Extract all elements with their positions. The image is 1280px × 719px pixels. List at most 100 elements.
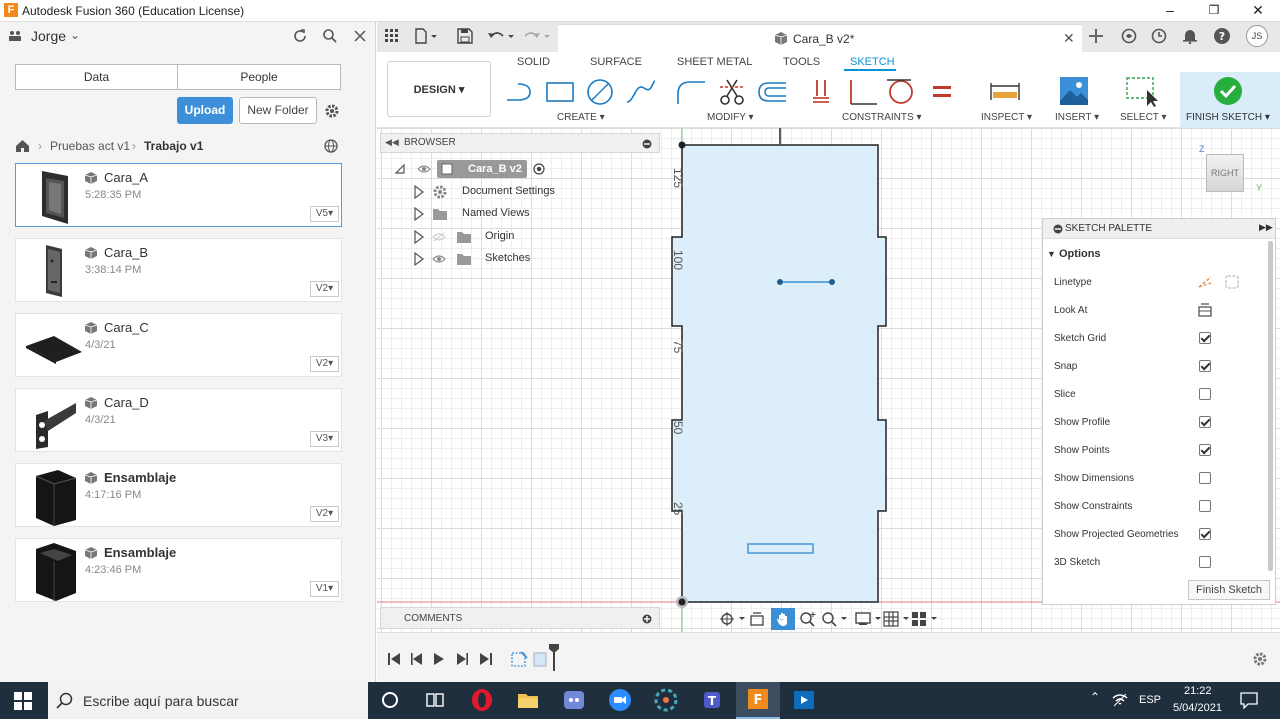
activate-radio-icon[interactable] [533, 163, 545, 175]
close-button[interactable]: ✕ [1236, 0, 1280, 22]
extensions-icon[interactable] [1121, 28, 1137, 44]
teams-icon[interactable]: T [700, 688, 724, 712]
maximize-button[interactable]: ❐ [1192, 0, 1236, 22]
version-badge[interactable]: V5▾ [310, 206, 339, 222]
show-points-checkbox[interactable] [1199, 444, 1211, 456]
view-cube[interactable]: RIGHT [1206, 154, 1244, 192]
grid-menu-icon[interactable] [385, 29, 399, 43]
help-icon[interactable]: ? [1213, 27, 1231, 45]
list-item[interactable]: Cara_A 5:28:35 PM V5▾ [15, 163, 342, 227]
search-icon[interactable] [322, 28, 338, 44]
gear-icon[interactable] [324, 103, 340, 119]
viewports-icon[interactable] [911, 611, 939, 627]
constraints-menu[interactable]: CONSTRAINTS ▾ [842, 112, 921, 123]
offset-tool-icon[interactable] [755, 80, 789, 104]
taskbar-search[interactable]: Escribe aquí para buscar [48, 682, 368, 719]
palette-finish-sketch-button[interactable]: Finish Sketch [1188, 580, 1270, 600]
comments-panel[interactable]: COMMENTS [380, 607, 660, 629]
play-icon[interactable] [432, 652, 446, 666]
version-badge[interactable]: V3▾ [310, 431, 339, 447]
new-folder-button[interactable]: New Folder [239, 97, 317, 124]
workspace-switcher[interactable]: DESIGN ▾ [387, 61, 491, 117]
show-profile-checkbox[interactable] [1199, 416, 1211, 428]
collapse-browser-icon[interactable]: ◀◀ [385, 137, 399, 148]
expand-triangle-icon[interactable] [414, 185, 424, 199]
timeline-marker[interactable] [548, 643, 560, 673]
upload-button[interactable]: Upload [177, 97, 233, 124]
cortana-icon[interactable] [380, 690, 400, 710]
slice-checkbox[interactable] [1199, 388, 1211, 400]
tab-surface[interactable]: SURFACE [590, 56, 642, 68]
display-settings-icon[interactable] [855, 611, 883, 627]
version-badge[interactable]: V2▾ [310, 506, 339, 522]
opera-icon[interactable] [470, 688, 494, 712]
rectangle-tool-icon[interactable] [544, 80, 576, 104]
create-menu[interactable]: CREATE ▾ [557, 112, 605, 123]
modify-menu[interactable]: MODIFY ▾ [707, 112, 754, 123]
browser-minimize-icon[interactable] [642, 139, 652, 149]
chevron-down-icon[interactable]: ⌄ [70, 28, 80, 42]
measure-tool-icon[interactable] [989, 82, 1021, 102]
tab-sheet-metal[interactable]: SHEET METAL [677, 56, 752, 68]
clock-date[interactable]: 5/04/2021 [1173, 702, 1222, 714]
browser-node[interactable]: Sketches [412, 250, 582, 268]
timeline-feature-icon[interactable] [533, 650, 547, 668]
home-icon[interactable] [15, 139, 30, 153]
look-at-icon[interactable] [1198, 303, 1212, 317]
document-tab[interactable]: Cara_B v2* ✕ [558, 24, 1082, 52]
construction-linetype-icon[interactable] [1197, 275, 1213, 289]
look-at-icon[interactable] [749, 611, 765, 627]
expand-palette-icon[interactable]: ▶▶ [1259, 222, 1273, 233]
eye-hidden-icon[interactable] [432, 232, 446, 242]
show-projected-geometries-checkbox[interactable] [1199, 528, 1211, 540]
inspect-menu[interactable]: INSPECT ▾ [981, 112, 1032, 123]
list-item[interactable]: Cara_D 4/3/21 V3▾ [15, 388, 342, 452]
file-menu-icon[interactable] [415, 28, 439, 44]
expand-triangle-icon[interactable] [414, 207, 424, 221]
browser-node[interactable]: Named Views [412, 205, 582, 223]
list-item[interactable]: Cara_C 4/3/21 V2▾ [15, 313, 342, 377]
snagit-icon[interactable] [654, 688, 678, 712]
save-icon[interactable] [457, 28, 473, 44]
discord-icon[interactable] [562, 688, 586, 712]
zoom-app-icon[interactable] [608, 688, 632, 712]
notifications-icon[interactable] [1183, 28, 1197, 44]
user-avatar[interactable]: JS [1246, 25, 1268, 47]
finish-sketch-button[interactable]: FINISH SKETCH ▾ [1180, 72, 1280, 128]
notification-center-icon[interactable] [1240, 691, 1258, 709]
show-dimensions-checkbox[interactable] [1199, 472, 1211, 484]
spline-tool-icon[interactable] [624, 78, 658, 106]
coincident-constraint-icon[interactable] [811, 78, 833, 106]
perpendicular-constraint-icon[interactable] [845, 78, 879, 108]
fillet-tool-icon[interactable] [675, 78, 707, 106]
timeline-sketch-icon[interactable] [511, 650, 529, 668]
select-menu[interactable]: SELECT ▾ [1120, 112, 1167, 123]
add-comment-icon[interactable] [642, 614, 652, 624]
snap-checkbox[interactable] [1199, 360, 1211, 372]
version-badge[interactable]: V1▾ [310, 581, 339, 597]
show-hidden-icons[interactable]: ⌃ [1090, 690, 1100, 704]
job-status-icon[interactable] [1151, 28, 1167, 44]
select-tool-icon[interactable] [1125, 76, 1159, 108]
list-item[interactable]: Cara_B 3:38:14 PM V2▾ [15, 238, 342, 302]
palette-minimize-icon[interactable] [1053, 224, 1063, 234]
orbit-icon[interactable] [719, 611, 747, 627]
close-icon[interactable] [353, 29, 367, 43]
browser-root[interactable]: Cara_B v2 [395, 160, 565, 178]
3d-sketch-checkbox[interactable] [1199, 556, 1211, 568]
breadcrumb-folder[interactable]: Trabajo v1 [144, 139, 203, 153]
clock-time[interactable]: 21:22 [1184, 685, 1212, 697]
new-tab-icon[interactable] [1088, 28, 1104, 44]
show-constraints-checkbox[interactable] [1199, 500, 1211, 512]
tangent-constraint-icon[interactable] [885, 76, 917, 108]
eye-icon[interactable] [432, 254, 446, 264]
grid-settings-icon[interactable] [883, 611, 911, 627]
expand-triangle-icon[interactable] [414, 252, 424, 266]
minimize-button[interactable]: – [1148, 0, 1192, 22]
insert-menu[interactable]: INSERT ▾ [1055, 112, 1099, 123]
input-language[interactable]: ESP [1139, 694, 1161, 706]
palette-header[interactable]: SKETCH PALETTE ▶▶ [1043, 219, 1275, 239]
previous-step-icon[interactable] [410, 652, 424, 666]
close-tab-icon[interactable]: ✕ [1063, 30, 1075, 47]
last-step-icon[interactable] [479, 652, 493, 666]
